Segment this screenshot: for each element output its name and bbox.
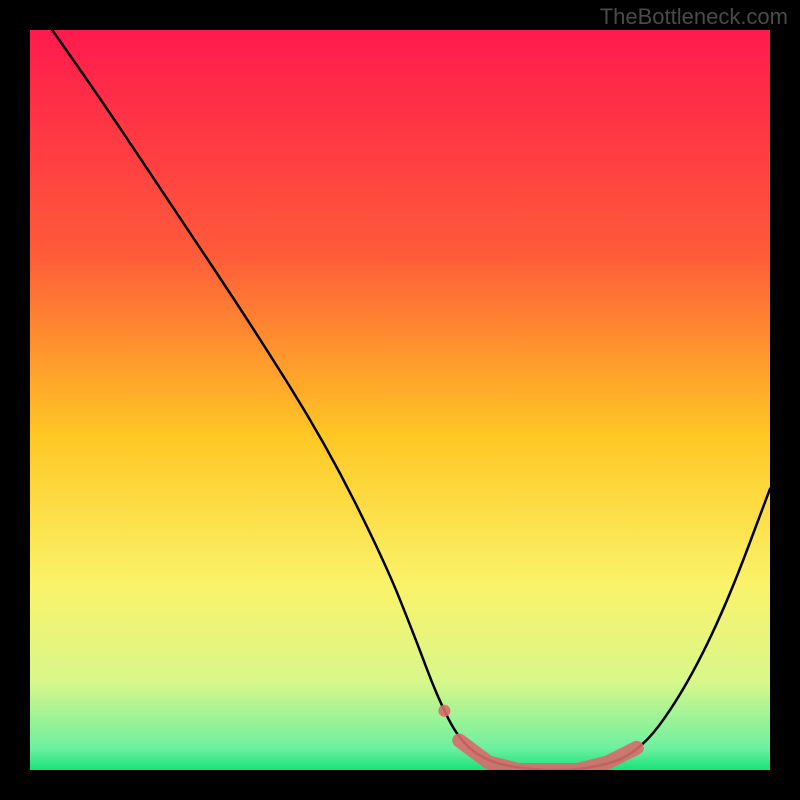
chart-container: TheBottleneck.com bbox=[0, 0, 800, 800]
optimal-range-highlight bbox=[459, 740, 637, 770]
watermark-text: TheBottleneck.com bbox=[600, 4, 788, 30]
curve-overlay bbox=[30, 30, 770, 770]
highlight-dot-icon bbox=[438, 705, 450, 717]
plot-area bbox=[30, 30, 770, 770]
bottleneck-curve bbox=[52, 30, 770, 770]
